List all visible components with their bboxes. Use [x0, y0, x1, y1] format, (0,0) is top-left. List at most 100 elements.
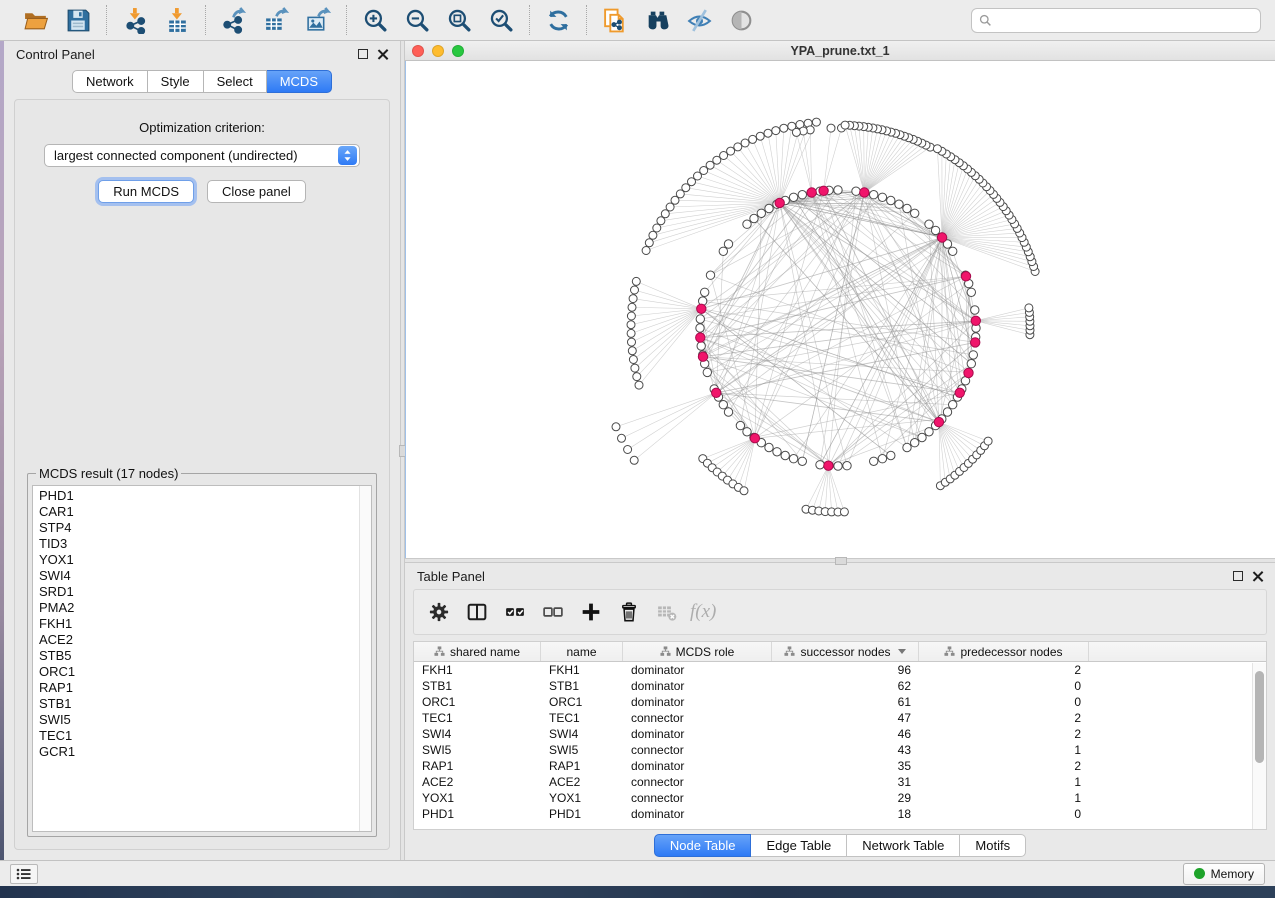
hide-graphics-details-button[interactable]: [681, 4, 717, 36]
zoom-selected-button[interactable]: [483, 4, 519, 36]
task-history-button[interactable]: [10, 864, 38, 884]
column-header-predecessor-nodes[interactable]: predecessor nodes: [919, 642, 1089, 661]
mcds-list-scrollbar[interactable]: [359, 486, 371, 831]
table-row[interactable]: SWI5SWI5connector431: [414, 742, 1266, 758]
tab-network[interactable]: Network: [72, 70, 148, 93]
column-header-mcds-role[interactable]: MCDS role: [623, 642, 772, 661]
add-row-button[interactable]: [576, 597, 606, 627]
close-panel-icon[interactable]: [1252, 571, 1263, 582]
deselect-all-rows-button[interactable]: [538, 597, 568, 627]
function-builder-icon[interactable]: f(x): [690, 601, 716, 623]
splitter-grip[interactable]: [835, 557, 847, 565]
tab-mcds[interactable]: MCDS: [267, 70, 332, 93]
table-row[interactable]: TEC1TEC1connector472: [414, 710, 1266, 726]
run-mcds-button[interactable]: Run MCDS: [98, 180, 194, 203]
tab-motifs[interactable]: Motifs: [960, 834, 1026, 857]
float-panel-icon[interactable]: [1233, 571, 1243, 581]
mcds-result-item[interactable]: YOX1: [39, 552, 371, 568]
table-row[interactable]: STB1STB1dominator620: [414, 678, 1266, 694]
mcds-result-item[interactable]: ACE2: [39, 632, 371, 648]
search-input[interactable]: [997, 13, 1253, 27]
table-row[interactable]: SWI4SWI4dominator462: [414, 726, 1266, 742]
import-network-button[interactable]: [117, 4, 153, 36]
table-row[interactable]: ORC1ORC1dominator610: [414, 694, 1266, 710]
cell-predecessor-nodes: 2: [919, 710, 1089, 726]
tab-select[interactable]: Select: [204, 70, 267, 93]
refresh-view-button[interactable]: [540, 4, 576, 36]
mcds-result-item[interactable]: TID3: [39, 536, 371, 552]
table-row[interactable]: ACE2ACE2connector311: [414, 774, 1266, 790]
column-header-shared-name[interactable]: shared name: [414, 642, 541, 661]
delete-row-button[interactable]: [614, 597, 644, 627]
zoom-fit-button[interactable]: [441, 4, 477, 36]
maximize-window-icon[interactable]: [452, 45, 464, 57]
node-table: shared name name MCDS role successor nodesp…: [413, 641, 1267, 830]
search-objects-button[interactable]: [639, 4, 675, 36]
mcds-result-item[interactable]: CAR1: [39, 504, 371, 520]
cell-name: FKH1: [541, 662, 623, 678]
column-header-successor-nodes[interactable]: successor nodes: [772, 642, 919, 661]
zoom-out-button[interactable]: [399, 4, 435, 36]
cell-shared-name: RAP1: [414, 758, 541, 774]
column-header-name[interactable]: name: [541, 642, 623, 661]
mcds-result-item[interactable]: SWI5: [39, 712, 371, 728]
mcds-result-item[interactable]: PHD1: [39, 488, 371, 504]
toggle-appearance-button[interactable]: [723, 4, 759, 36]
optimization-criterion-select[interactable]: largest connected component (undirected): [44, 144, 360, 167]
column-label: shared name: [450, 645, 520, 659]
horizontal-splitter[interactable]: [405, 558, 1275, 563]
cell-predecessor-nodes: 1: [919, 774, 1089, 790]
open-file-button[interactable]: [18, 4, 54, 36]
mcds-result-item[interactable]: GCR1: [39, 744, 371, 760]
float-panel-icon[interactable]: [358, 49, 368, 59]
table-row[interactable]: YOX1YOX1connector291: [414, 790, 1266, 806]
mcds-panel: Optimization criterion: largest connecte…: [14, 99, 390, 850]
table-scrollbar[interactable]: [1252, 663, 1266, 829]
mcds-result-item[interactable]: FKH1: [39, 616, 371, 632]
network-canvas[interactable]: [405, 61, 1275, 558]
table-row[interactable]: RAP1RAP1dominator352: [414, 758, 1266, 774]
tree-icon: [434, 646, 445, 657]
cell-shared-name: ORC1: [414, 694, 541, 710]
table-scrollbar-thumb[interactable]: [1255, 671, 1264, 763]
mcds-result-item[interactable]: STB1: [39, 696, 371, 712]
zoom-in-button[interactable]: [357, 4, 393, 36]
mcds-result-item[interactable]: ORC1: [39, 664, 371, 680]
mcds-result-item[interactable]: SWI4: [39, 568, 371, 584]
save-session-button[interactable]: [60, 4, 96, 36]
columns-icon: [467, 602, 487, 622]
mcds-result-item[interactable]: TEC1: [39, 728, 371, 744]
select-all-rows-button[interactable]: [500, 597, 530, 627]
mcds-result-item[interactable]: STB5: [39, 648, 371, 664]
tab-style[interactable]: Style: [148, 70, 204, 93]
show-columns-button[interactable]: [462, 597, 492, 627]
minimize-window-icon[interactable]: [432, 45, 444, 57]
close-panel-icon[interactable]: [377, 49, 388, 60]
tab-edge-table[interactable]: Edge Table: [751, 834, 847, 857]
memory-label: Memory: [1211, 867, 1254, 881]
cell-successor-nodes: 18: [772, 806, 919, 822]
export-table-button[interactable]: [258, 4, 294, 36]
mcds-result-item[interactable]: RAP1: [39, 680, 371, 696]
table-row[interactable]: FKH1FKH1dominator962: [414, 662, 1266, 678]
tab-network-table[interactable]: Network Table: [847, 834, 960, 857]
status-bar: Memory: [0, 860, 1275, 886]
memory-button[interactable]: Memory: [1183, 863, 1265, 885]
mcds-result-item[interactable]: PMA2: [39, 600, 371, 616]
table-row[interactable]: PHD1PHD1dominator180: [414, 806, 1266, 822]
mcds-result-item[interactable]: SRD1: [39, 584, 371, 600]
column-label: MCDS role: [676, 645, 735, 659]
close-panel-button[interactable]: Close panel: [207, 180, 306, 203]
mcds-result-item[interactable]: STP4: [39, 520, 371, 536]
export-image-button[interactable]: [300, 4, 336, 36]
import-table-icon: [164, 7, 191, 34]
column-label: name: [566, 645, 596, 659]
clone-network-button[interactable]: [597, 4, 633, 36]
table-options-button[interactable]: [424, 597, 454, 627]
import-table-button[interactable]: [159, 4, 195, 36]
close-window-icon[interactable]: [412, 45, 424, 57]
delete-table-button[interactable]: [652, 597, 682, 627]
tab-node-table[interactable]: Node Table: [654, 834, 752, 857]
export-network-button[interactable]: [216, 4, 252, 36]
control-panel-tabs: NetworkStyleSelectMCDS: [4, 67, 400, 99]
